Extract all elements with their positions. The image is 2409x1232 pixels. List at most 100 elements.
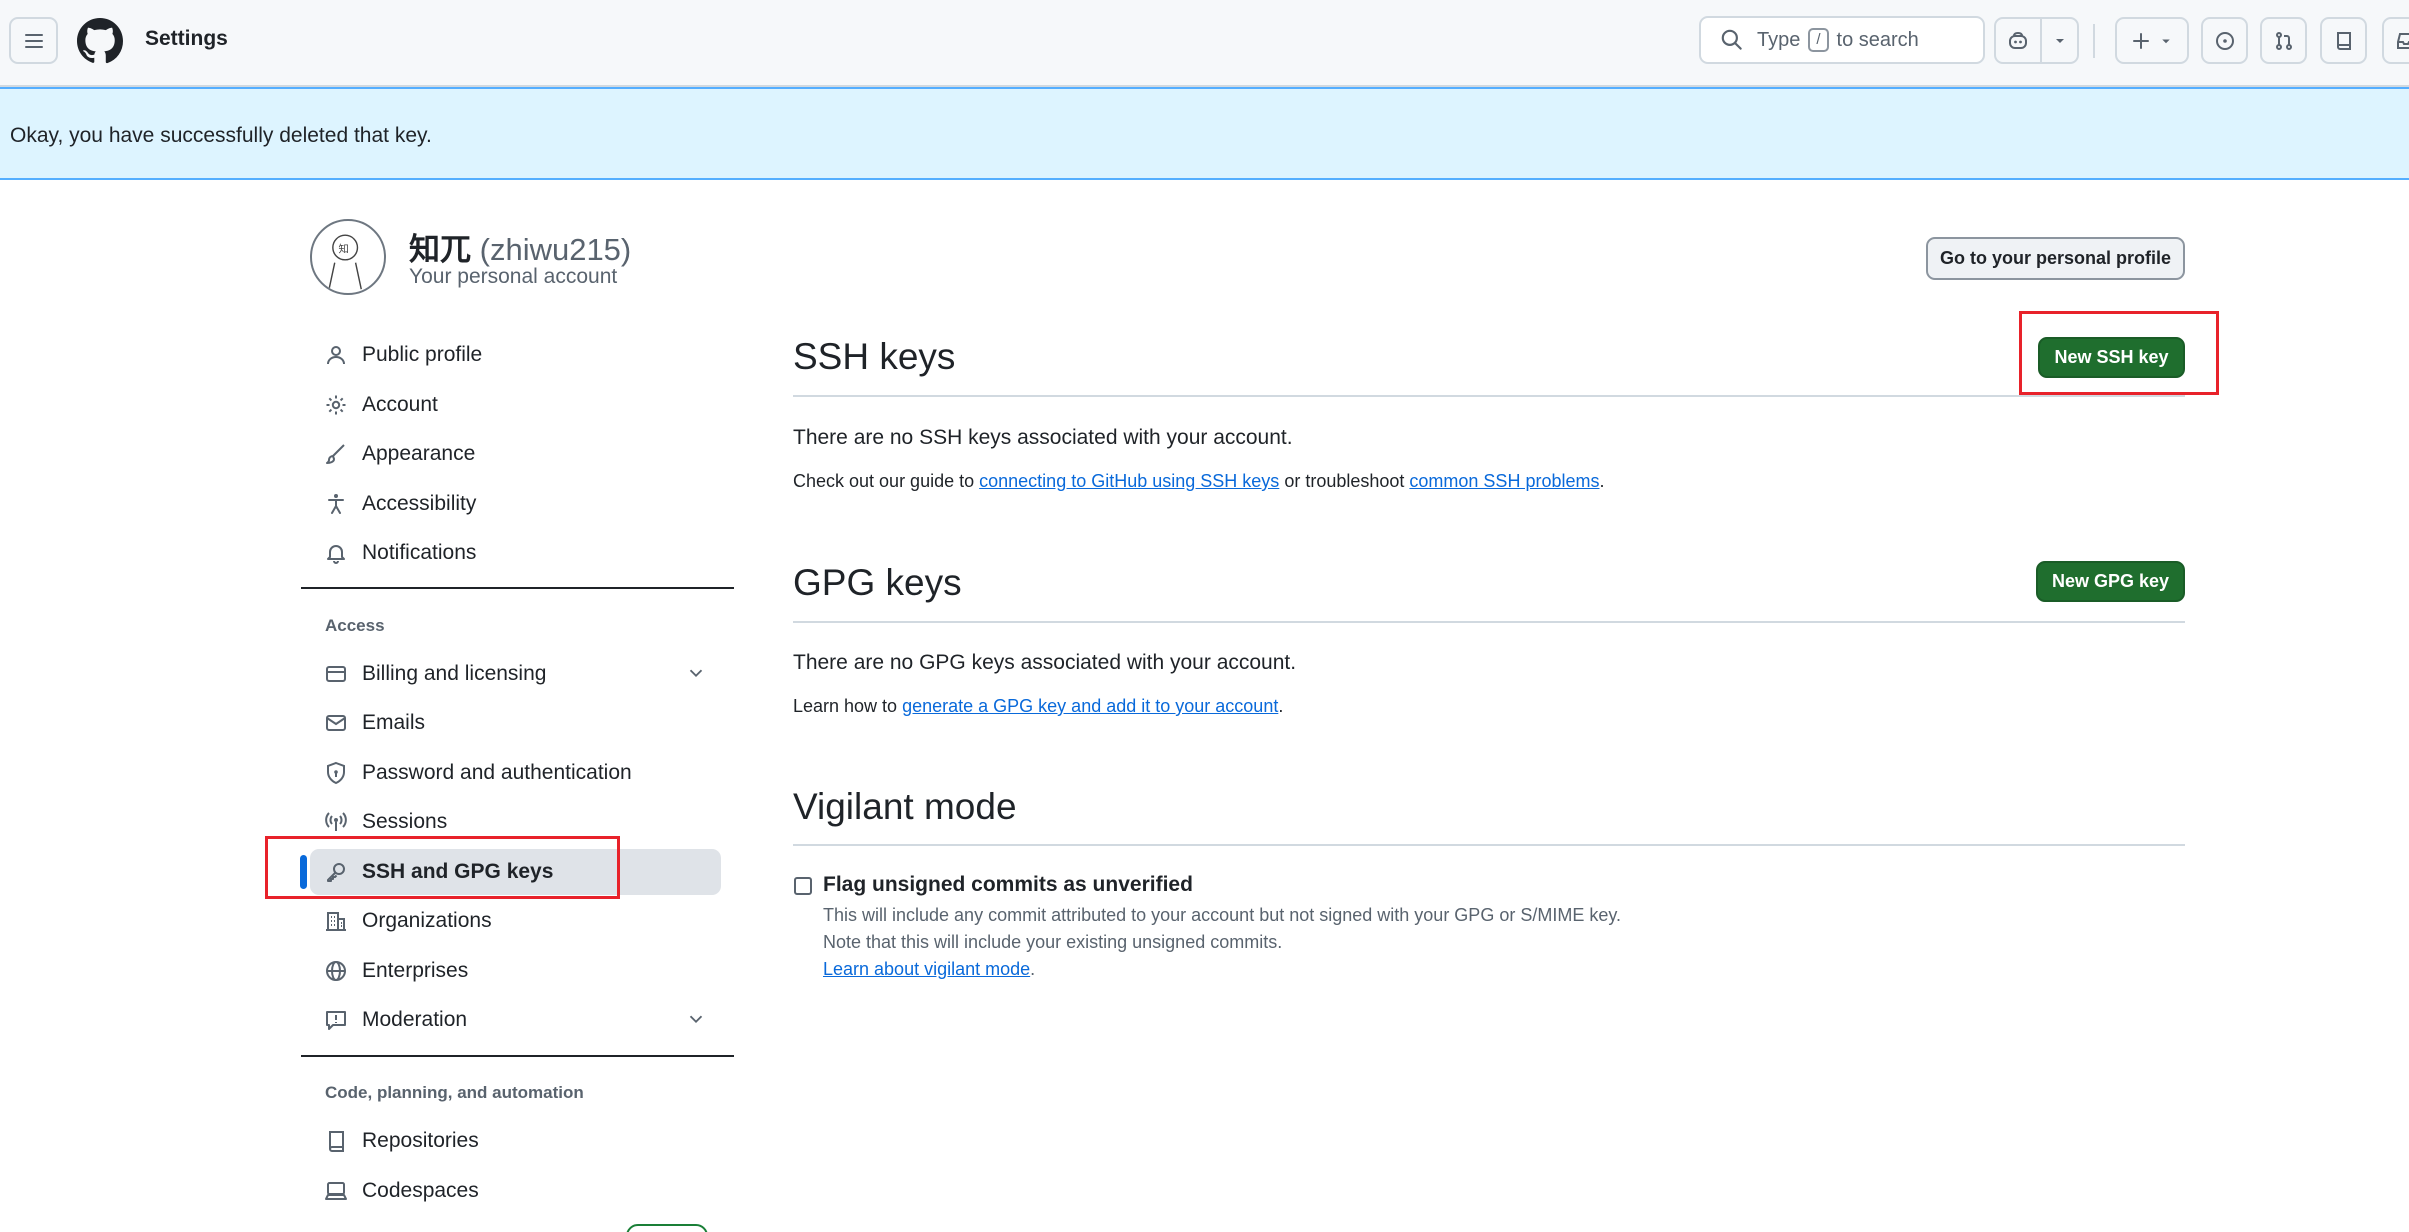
globe-icon: [326, 961, 346, 981]
sidebar-group-heading: Access: [325, 616, 385, 635]
vigilant-note-line2: Note that this will include your existin…: [823, 932, 1283, 952]
new-gpg-key-button[interactable]: New GPG key: [2036, 561, 2185, 602]
codespaces-icon: [325, 1182, 347, 1200]
sidebar-item-label: Notifications: [362, 541, 477, 564]
sidebar-item-label: Password and authentication: [362, 761, 632, 784]
chevron-down-icon[interactable]: [685, 662, 707, 684]
vigilant-learn-link[interactable]: Learn about vigilant mode: [823, 959, 1030, 979]
sidebar-item-password[interactable]: Password and authentication: [310, 750, 721, 796]
sidebar-item-partial-badge: [626, 1224, 708, 1232]
paintbrush-icon: [326, 444, 345, 464]
git-pull-request-icon: [2275, 31, 2292, 50]
vigilant-learn-end: .: [1030, 959, 1036, 979]
github-logo-icon[interactable]: [76, 17, 124, 65]
sidebar-item-account[interactable]: Account: [310, 382, 721, 428]
flash-message: Okay, you have successfully deleted that…: [10, 124, 432, 147]
sidebar-item-label: Account: [362, 393, 438, 416]
sidebar-divider: [301, 587, 734, 589]
sidebar-item-label: Accessibility: [362, 492, 477, 515]
gpg-learn-prefix: Learn how to: [793, 696, 898, 716]
sidebar-item-codespaces[interactable]: Codespaces: [310, 1168, 721, 1214]
report-icon: [326, 1011, 346, 1030]
sidebar-item-billing[interactable]: Billing and licensing: [310, 651, 721, 697]
sidebar-item-label: Repositories: [362, 1129, 479, 1152]
go-to-profile-button[interactable]: Go to your personal profile: [1926, 237, 2185, 280]
plus-icon: [2133, 32, 2149, 49]
gpg-empty-message: There are no GPG keys associated with yo…: [793, 651, 1297, 674]
menu-button[interactable]: [9, 17, 58, 64]
svg-text:知: 知: [339, 242, 349, 255]
search-placeholder-suffix: to search: [1836, 28, 1919, 51]
gpg-keys-heading: GPG keys: [793, 562, 962, 603]
pull-requests-button[interactable]: [2260, 17, 2307, 64]
broadcast-icon: [325, 812, 347, 831]
gpg-learn-link[interactable]: generate a GPG key and add it to your ac…: [902, 696, 1278, 716]
search-shortcut-key: /: [1808, 28, 1829, 52]
ssh-guide-link[interactable]: connecting to GitHub using SSH keys: [979, 471, 1279, 491]
highlight-box-new-ssh-key: [2019, 311, 2219, 395]
repositories-button[interactable]: [2320, 17, 2367, 64]
sidebar-item-accessibility[interactable]: Accessibility: [310, 481, 721, 527]
ssh-keys-divider: [793, 395, 2185, 397]
inbox-button[interactable]: [2382, 17, 2409, 64]
organization-icon: [326, 912, 346, 931]
account-name: 知兀 (zhiwu215): [409, 224, 631, 269]
sidebar-item-label: Organizations: [362, 909, 492, 932]
copilot-button[interactable]: [1994, 17, 2042, 64]
triangle-down-icon: [2055, 38, 2064, 43]
sidebar-item-enterprises[interactable]: Enterprises: [310, 948, 721, 994]
accessibility-icon: [328, 494, 344, 514]
issues-button[interactable]: [2201, 17, 2248, 64]
page-context-title[interactable]: Settings: [145, 27, 228, 51]
person-icon: [327, 346, 345, 365]
ssh-guide-end: .: [1599, 471, 1605, 491]
chevron-down-icon[interactable]: [685, 1008, 707, 1030]
sidebar-item-moderation[interactable]: Moderation: [310, 997, 721, 1043]
account-display-name[interactable]: 知兀: [409, 232, 471, 267]
hamburger-icon: [24, 33, 43, 48]
inbox-icon: [2396, 32, 2409, 49]
account-login[interactable]: (zhiwu215): [480, 232, 632, 267]
vigilant-mode-divider: [793, 844, 2185, 846]
ssh-guide-text: Check out our guide to connecting to Git…: [793, 471, 1605, 492]
sidebar-item-label: Appearance: [362, 442, 476, 465]
sidebar-item-notifications[interactable]: Notifications: [310, 530, 721, 576]
avatar[interactable]: 知: [310, 219, 386, 295]
vigilant-learn-text: Learn about vigilant mode.: [823, 959, 1035, 980]
sidebar-item-repositories[interactable]: Repositories: [310, 1118, 721, 1164]
bell-icon: [327, 545, 345, 564]
sidebar-item-emails[interactable]: Emails: [310, 700, 721, 746]
sidebar-item-label: Moderation: [362, 1008, 468, 1031]
sidebar-item-label: Enterprises: [362, 959, 469, 982]
ssh-problems-link[interactable]: common SSH problems: [1409, 471, 1599, 491]
sidebar-item-organizations[interactable]: Organizations: [310, 898, 721, 944]
sidebar-item-label: Sessions: [362, 810, 448, 833]
search-input[interactable]: Type / to search: [1699, 16, 1985, 64]
sidebar-group-heading: Code, planning, and automation: [325, 1083, 584, 1102]
vigilant-note-line1: This will include any commit attributed …: [823, 905, 1622, 925]
sidebar-divider: [301, 1055, 734, 1057]
vigilant-mode-heading: Vigilant mode: [793, 786, 1017, 827]
header-divider: [2093, 24, 2095, 58]
sidebar-item-appearance[interactable]: Appearance: [310, 431, 721, 477]
flag-unsigned-commits-checkbox[interactable]: [794, 877, 812, 895]
create-new-button[interactable]: [2115, 17, 2189, 64]
triangle-down-icon: [2162, 39, 2170, 43]
sidebar-item-label: Billing and licensing: [362, 662, 547, 685]
ssh-empty-message: There are no SSH keys associated with yo…: [793, 426, 1293, 449]
sidebar-item-public-profile[interactable]: Public profile: [310, 332, 721, 378]
gear-icon: [326, 395, 346, 415]
search-placeholder-prefix: Type: [1757, 28, 1801, 51]
flag-unsigned-commits-label[interactable]: Flag unsigned commits as unverified: [823, 873, 1193, 897]
mail-icon: [326, 715, 346, 731]
sidebar-item-label: Public profile: [362, 343, 483, 366]
copilot-dropdown-button[interactable]: [2040, 17, 2079, 64]
search-icon: [1721, 29, 1742, 50]
repo-icon: [2336, 31, 2351, 50]
global-header: Settings Type / to search: [0, 0, 2409, 87]
gpg-learn-text: Learn how to generate a GPG key and add …: [793, 696, 1283, 717]
copilot-icon: [2009, 31, 2027, 49]
gpg-keys-divider: [793, 621, 2185, 623]
sidebar-item-label: Emails: [362, 711, 426, 734]
ssh-guide-prefix: Check out our guide to: [793, 471, 975, 491]
